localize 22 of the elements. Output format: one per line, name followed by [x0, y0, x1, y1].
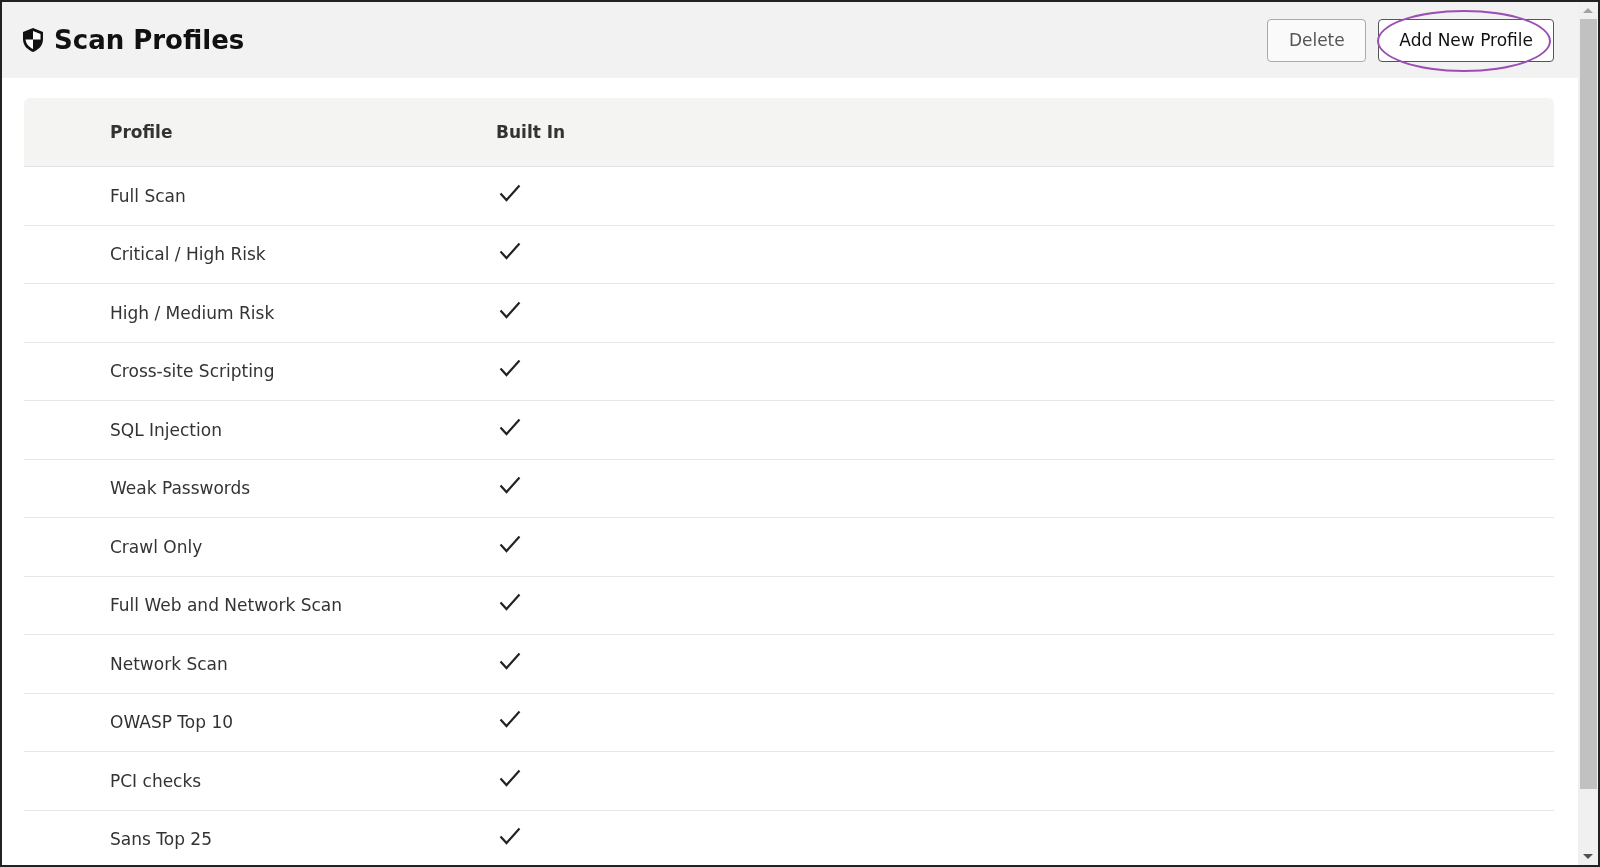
profile-name: OWASP Top 10 — [110, 712, 234, 733]
column-header: Built In — [496, 122, 566, 142]
profile-name: High / Medium Risk — [110, 302, 275, 323]
scroll-down-icon[interactable] — [1583, 854, 1593, 859]
profile-name: Full Scan — [110, 185, 186, 206]
profile-name: Crawl Only — [110, 536, 203, 557]
profile-name: Weak Passwords — [110, 478, 251, 499]
profile-name: SQL Injection — [110, 419, 222, 440]
shield-icon — [22, 27, 44, 53]
page-title: Scan Profiles — [54, 25, 245, 55]
scrollbar[interactable] — [1578, 2, 1598, 865]
profile-name: Critical / High Risk — [110, 244, 266, 265]
profile-name: Network Scan — [110, 653, 228, 674]
delete-button[interactable]: Delete — [1267, 18, 1367, 62]
scroll-thumb[interactable] — [1579, 19, 1597, 789]
profile-name: PCI checks — [110, 770, 202, 791]
profile-name: Cross-site Scripting — [110, 361, 275, 382]
column-header: Profile — [110, 122, 173, 142]
profile-name: Sans Top 25 — [110, 829, 212, 850]
profile-name: Full Web and Network Scan — [110, 595, 343, 616]
scroll-up-icon[interactable] — [1583, 8, 1593, 13]
add-button[interactable]: Add New Profile — [1378, 18, 1554, 62]
